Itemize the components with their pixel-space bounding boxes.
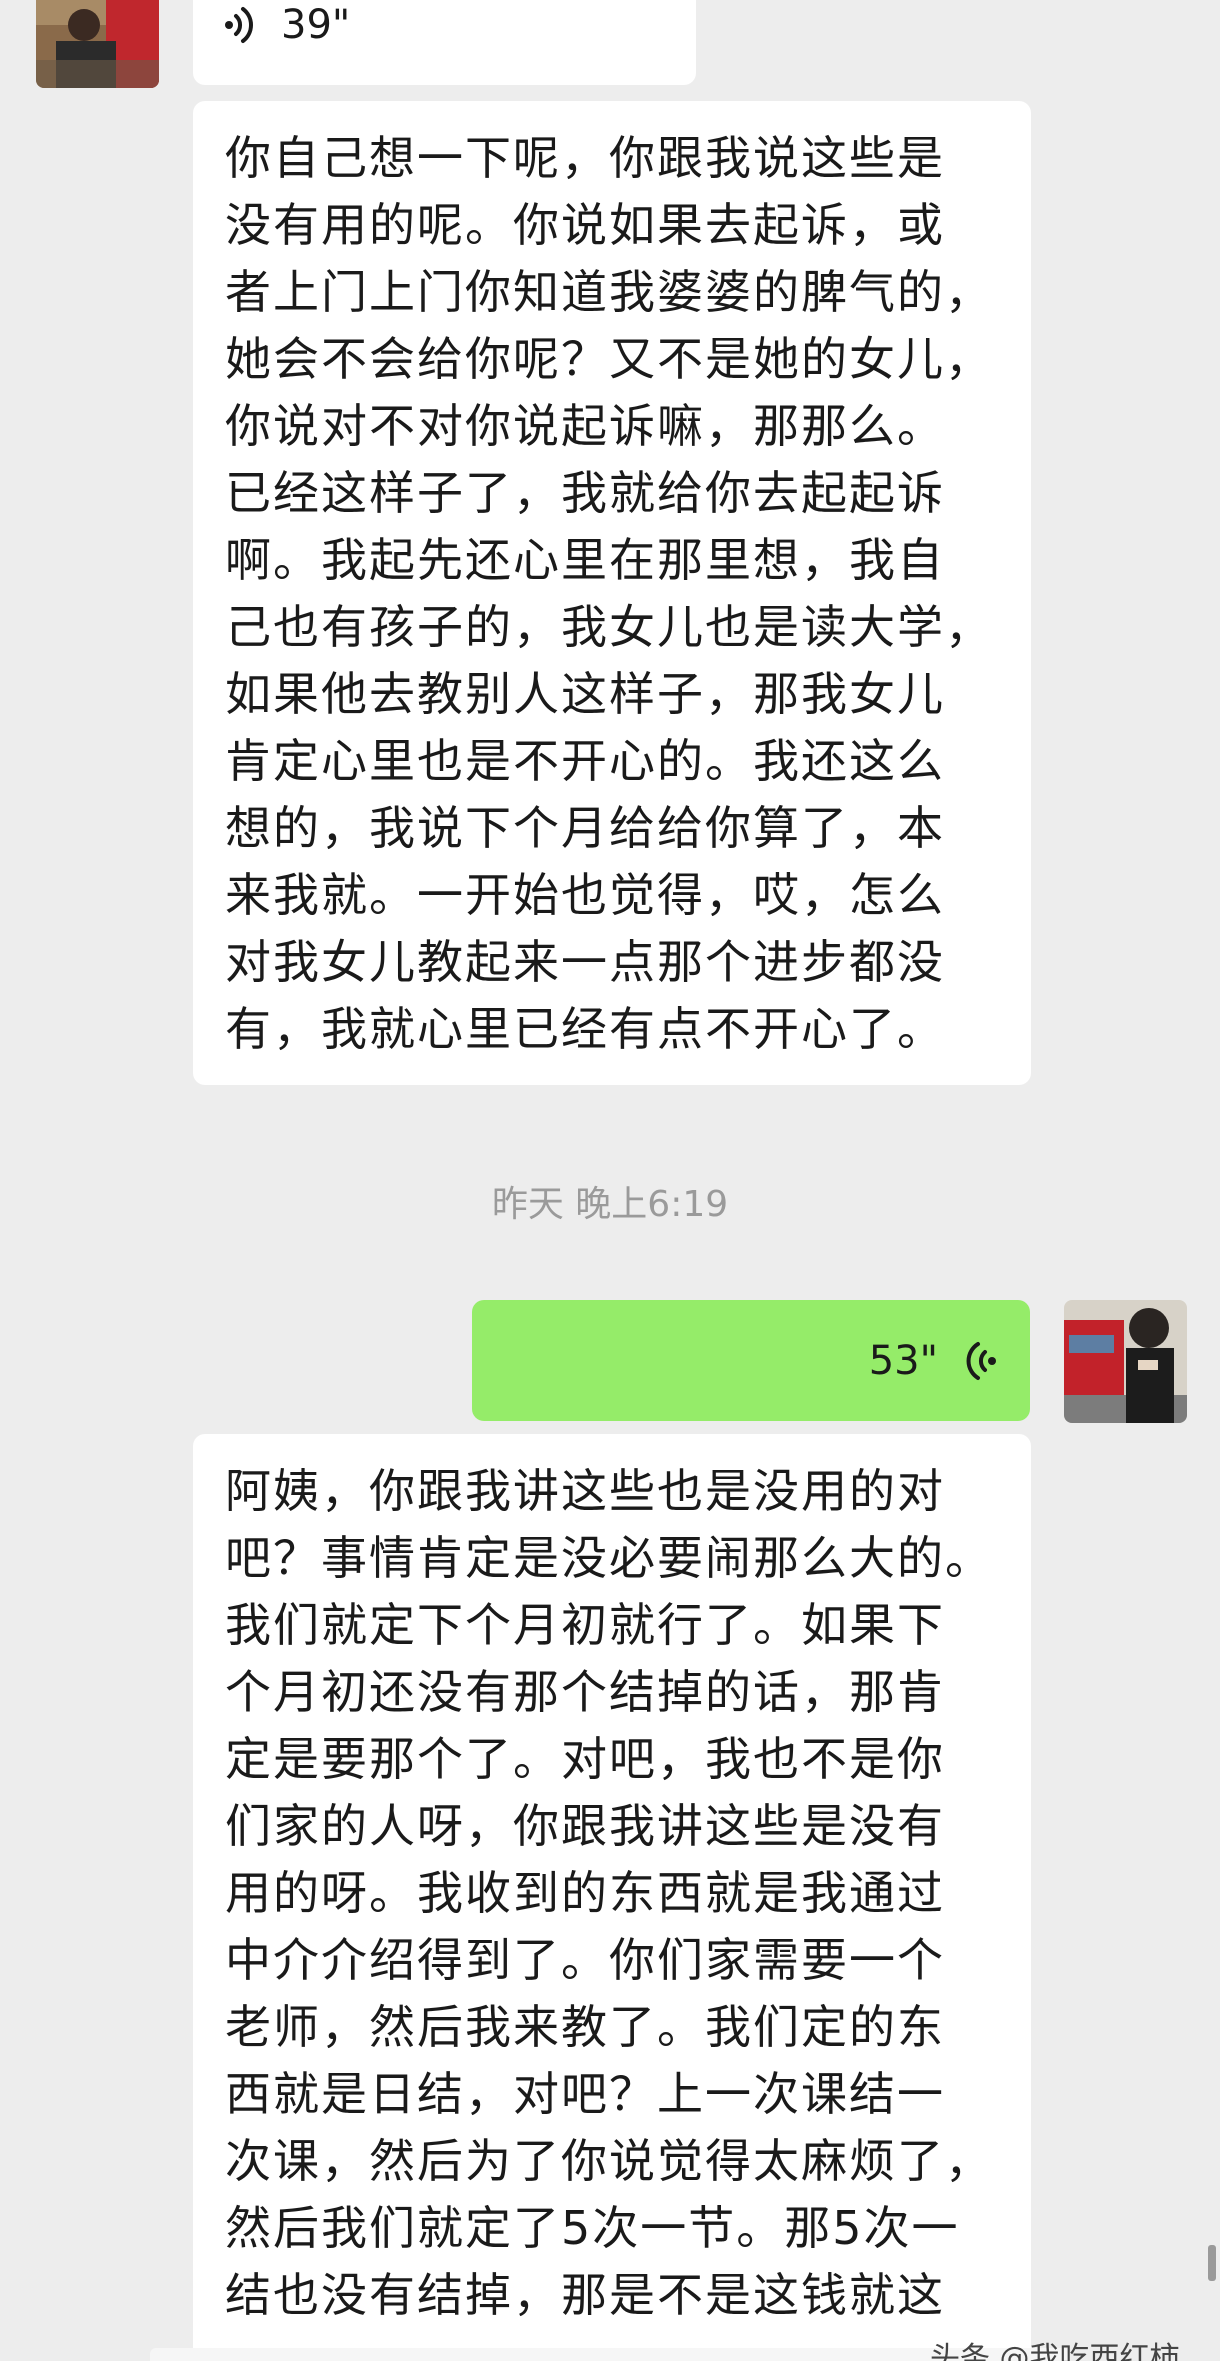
contact-avatar[interactable] bbox=[36, 0, 159, 88]
voice-message-outgoing[interactable]: 53" bbox=[472, 1300, 1030, 1421]
voice-wave-icon bbox=[225, 7, 253, 43]
message-text: 你自己想一下呢，你跟我说这些是 没有用的呢。你说如果去起诉，或 者上门上门你知道… bbox=[225, 131, 993, 1056]
watermark: 头条 @我吃西红柿 bbox=[930, 2341, 1180, 2361]
chat-conversation: 39" 你自己想一下呢，你跟我说这些是 没有用的呢。你说如果去起诉，或 者上门上… bbox=[0, 0, 1220, 2361]
avatar-photo bbox=[36, 0, 159, 88]
avatar-photo bbox=[1064, 1300, 1187, 1423]
voice-wave-icon bbox=[966, 1342, 996, 1380]
self-avatar[interactable] bbox=[1064, 1300, 1187, 1423]
message-text: 阿姨，你跟我讲这些也是没用的对 吧？事情肯定是没必要闹那么大的。 我们就定下个月… bbox=[225, 1464, 993, 2322]
scrollbar-thumb[interactable] bbox=[1208, 2245, 1216, 2281]
voice-duration: 39" bbox=[281, 2, 351, 48]
chat-timestamp: 昨天 晚上6:19 bbox=[491, 1184, 729, 1225]
voice-message-incoming[interactable]: 39" bbox=[193, 0, 696, 85]
voice-duration: 53" bbox=[868, 1338, 938, 1384]
